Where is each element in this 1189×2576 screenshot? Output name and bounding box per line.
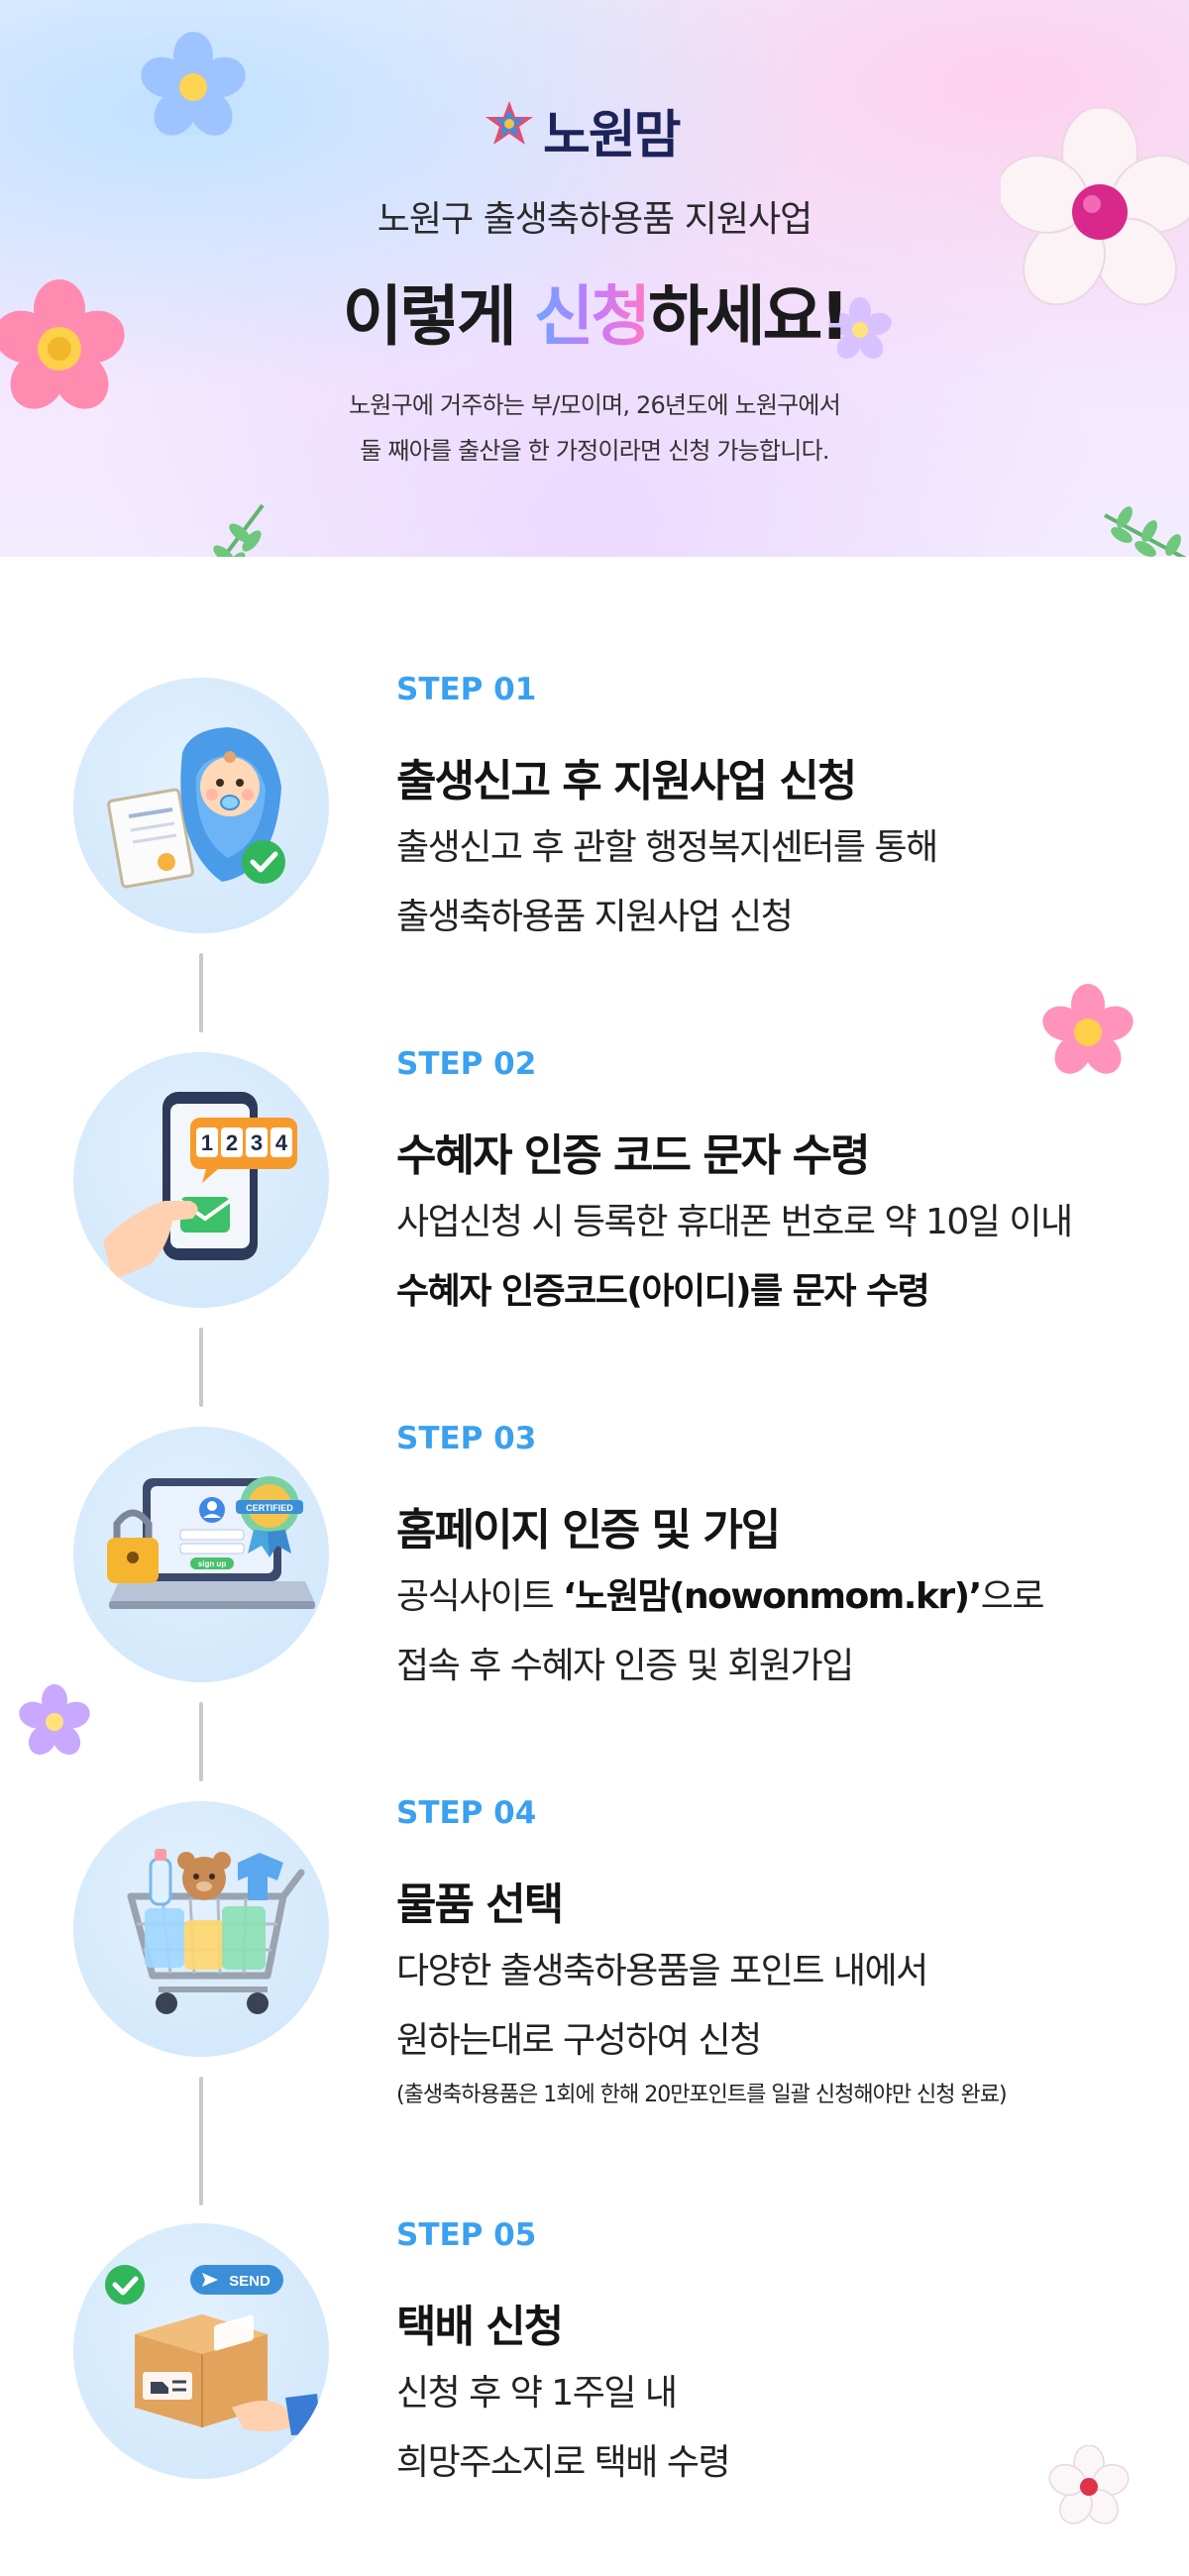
send-badge-text: SEND [229,2273,270,2290]
code-digit: 1 [201,1130,213,1155]
step-title: 홈페이지 인증 및 가입 [396,1505,781,1556]
flower-pink-side-icon [1042,984,1134,1074]
step-label: STEP 05 [396,2217,537,2253]
step-description: 희망주소지로 택배 수령 [396,2442,731,2483]
code-digit: 2 [226,1130,238,1155]
step-connector [199,2077,203,2205]
flower-blue-icon [141,32,246,136]
step-description-pre: 공식사이트 [396,1576,564,1617]
shopping-cart-icon [73,1801,329,2057]
hero-title-post: 하세요! [648,278,849,355]
step-description: 공식사이트 ‘노원맘(nowonmom.kr)’으로 [396,1567,1045,1619]
step-title: 수혜자 인증 코드 문자 수령 [396,1130,871,1181]
flower-white-side-icon [1048,2445,1130,2524]
step-title: 택배 신청 [396,2302,564,2352]
leaf-sprig-icon [213,503,265,557]
hero-banner: 노원맘 노원구 출생축하용품 지원사업 이렇게 신청하세요! 노원구에 거주하는… [0,0,1189,557]
step-connector [199,1328,203,1407]
step-description: 사업신청 시 등록한 휴대폰 번호로 약 10일 이내 [396,1202,1073,1242]
hero-subtitle: 노원구 출생축하용품 지원사업 [377,199,812,240]
step-description: 신청 후 약 1주일 내 [396,2373,678,2414]
step-description-post: 으로 [980,1576,1045,1617]
hero-title-accent: 신청 [533,278,651,355]
step-label: STEP 02 [396,1046,537,1082]
step-title: 출생신고 후 지원사업 신청 [396,756,857,806]
step-connector [199,1702,203,1781]
laptop-signup-icon: sign up CERTIFIED [73,1427,329,1682]
hero-title-pre: 이렇게 [342,278,534,355]
delivery-box-icon: SEND [73,2223,329,2479]
signup-button-text: sign up [198,1559,227,1568]
certified-badge-text: CERTIFIED [246,1503,293,1513]
nowonmom-logo[interactable]: 노원맘 [480,91,717,165]
step-description: 다양한 출생축하용품을 포인트 내에서 [396,1951,928,1991]
step-label: STEP 01 [396,672,537,707]
logo-star-icon [486,101,533,145]
step-label: STEP 04 [396,1795,537,1831]
hero-desc-line2: 둘 째아를 출산을 한 가정이라면 신청 가능합니다. [360,437,829,465]
step-description-emphasis: 수혜자 인증코드(아이디)를 문자 수령 [396,1271,930,1312]
code-digit: 3 [251,1130,263,1155]
step-description: 원하는대로 구성하여 신청 [396,2020,762,2061]
hero-title: 이렇게 신청하세요! [0,264,1189,359]
step-title: 물품 선택 [396,1879,564,1930]
step-connector [199,953,203,1032]
flower-purple-side-icon [19,1684,90,1756]
leaf-sprig-right-icon [1104,506,1187,557]
step-label: STEP 03 [396,1421,537,1456]
baby-certificate-icon [73,678,329,933]
site-link[interactable]: ‘노원맘(nowonmom.kr)’ [563,1576,982,1617]
step-description: 출생축하용품 지원사업 신청 [396,897,794,937]
step-note: (출생축하용품은 1회에 한해 20만포인트를 일괄 신청해야만 신청 완료) [396,2083,1008,2107]
step-description: 출생신고 후 관할 행정복지센터를 통해 [396,827,938,868]
code-digit: 4 [275,1130,288,1155]
hero-desc-line1: 노원구에 거주하는 부/모이며, 26년도에 노원구에서 [349,391,841,419]
hero-description: 노원구에 거주하는 부/모이며, 26년도에 노원구에서 둘 째아를 출산을 한… [0,382,1189,474]
phone-code-icon: 1 2 3 4 [73,1052,329,1308]
logo-wordmark: 노원맘 [543,106,682,165]
step-description: 접속 후 수혜자 인증 및 회원가입 [396,1646,854,1686]
